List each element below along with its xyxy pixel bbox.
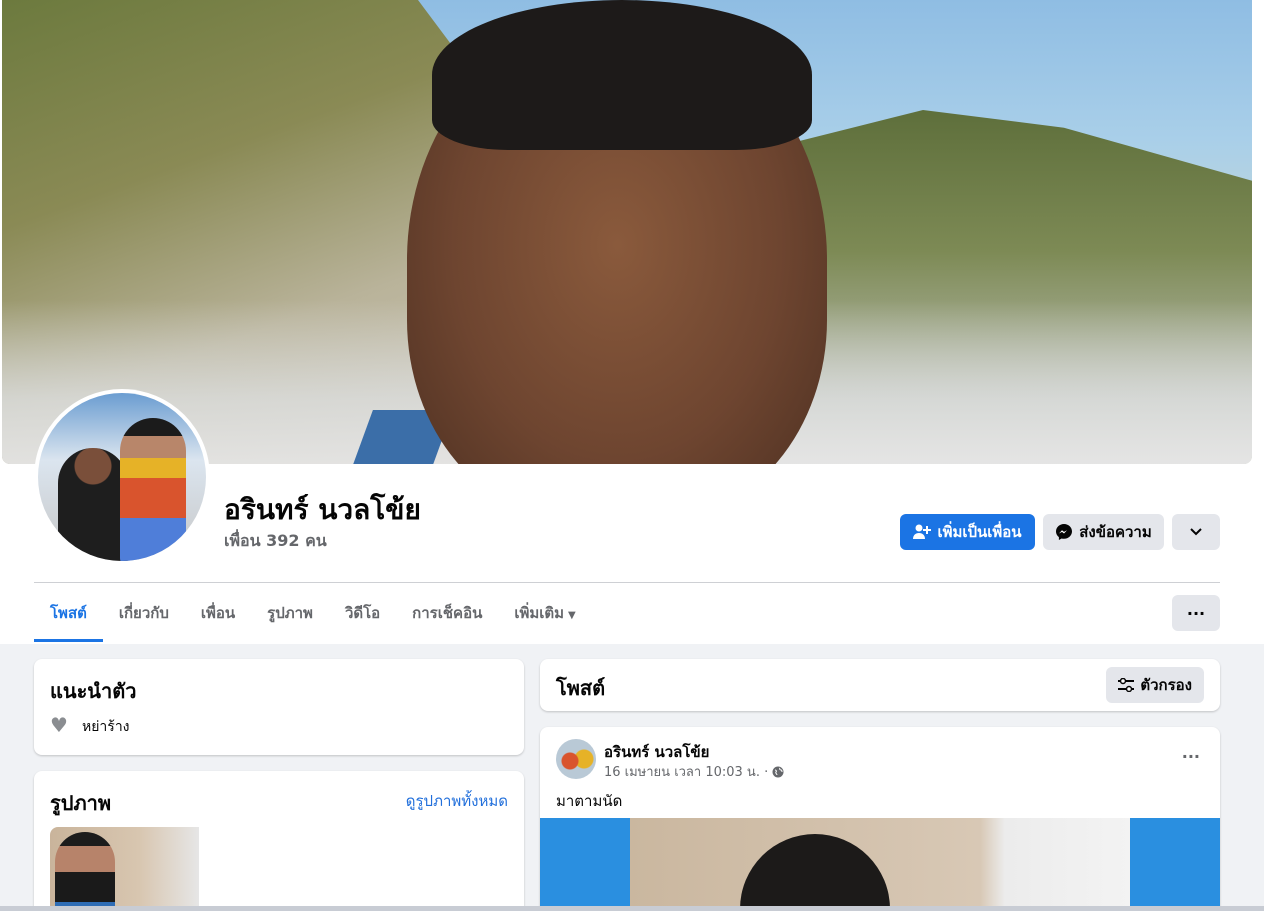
cover-hair <box>432 0 812 150</box>
profile-name: อรินทร์ นวลโข้ย <box>224 493 421 526</box>
more-icon: ··· <box>1186 603 1206 623</box>
profile-header: อรินทร์ นวลโข้ย เพื่อน 392 คน เพิ่มเป็นเ… <box>0 0 1264 644</box>
caret-down-icon: ▼ <box>568 610 576 621</box>
friends-count[interactable]: เพื่อน 392 คน <box>224 529 327 554</box>
add-friend-label: เพิ่มเป็นเพื่อน <box>937 523 1022 541</box>
messenger-icon <box>1056 524 1073 540</box>
post-meta: 16 เมษายน เวลา 10:03 น. · <box>604 761 784 782</box>
filter-button[interactable]: ตัวกรอง <box>1106 667 1204 703</box>
post-image-content <box>630 818 1130 911</box>
photos-title: รูปภาพ <box>50 791 112 815</box>
see-all-photos-link[interactable]: ดูรูปภาพทั้งหมด <box>406 789 508 813</box>
add-friend-button[interactable]: เพิ่มเป็นเพื่อน <box>900 514 1035 550</box>
add-friend-icon <box>913 524 932 539</box>
chevron-down-icon <box>1190 528 1202 536</box>
post-image[interactable] <box>540 818 1220 911</box>
cover-photo[interactable] <box>2 0 1252 464</box>
tab-more-label: เพิ่มเติม <box>514 604 565 622</box>
posts-title: โพสต์ <box>556 676 606 700</box>
post-author-avatar[interactable] <box>556 739 596 779</box>
header-divider <box>34 582 1220 583</box>
post-image-person <box>740 834 890 911</box>
avatar-person-right <box>120 418 186 561</box>
relationship-status: หย่าร้าง <box>82 719 130 735</box>
tab-more[interactable]: เพิ่มเติม ▼ <box>498 590 591 642</box>
post-card: อรินทร์ นวลโข้ย 16 เมษายน เวลา 10:03 น. … <box>540 727 1220 911</box>
filter-icon <box>1118 678 1135 692</box>
heart-icon: ♥ <box>50 713 68 737</box>
avatar-image <box>38 393 206 561</box>
more-options-button[interactable] <box>1172 514 1220 550</box>
tab-checkins[interactable]: การเช็คอิน <box>396 590 498 642</box>
post-more-icon[interactable]: ··· <box>1182 747 1200 766</box>
profile-tabs: โพสต์ เกี่ยวกับ เพื่อน รูปภาพ วิดีโอ การ… <box>34 590 592 642</box>
tab-about[interactable]: เกี่ยวกับ <box>103 590 185 642</box>
message-label: ส่งข้อความ <box>1079 523 1152 541</box>
tab-friends[interactable]: เพื่อน <box>185 590 251 642</box>
intro-title: แนะนำตัว <box>50 679 137 703</box>
profile-avatar[interactable] <box>34 389 210 565</box>
photo-thumbnail[interactable] <box>50 827 199 911</box>
posts-header-card: โพสต์ ตัวกรอง <box>540 659 1220 711</box>
globe-icon <box>772 766 784 777</box>
photos-card: รูปภาพ ดูรูปภาพทั้งหมด <box>34 771 524 911</box>
post-text: มาตามนัด <box>556 792 623 810</box>
tab-videos[interactable]: วิดีโอ <box>329 590 396 642</box>
tab-photos[interactable]: รูปภาพ <box>251 590 329 642</box>
post-timestamp[interactable]: 16 เมษายน เวลา 10:03 น. · <box>604 761 768 782</box>
window-bottom-edge <box>0 906 1264 911</box>
intro-card: แนะนำตัว ♥ หย่าร้าง <box>34 659 524 755</box>
message-button[interactable]: ส่งข้อความ <box>1043 514 1164 550</box>
tab-posts[interactable]: โพสต์ <box>34 590 103 642</box>
avatar-person-left <box>58 448 128 561</box>
thumbnail-person <box>55 832 115 911</box>
tabs-more-button[interactable]: ··· <box>1172 595 1220 631</box>
filter-label: ตัวกรอง <box>1140 676 1192 694</box>
